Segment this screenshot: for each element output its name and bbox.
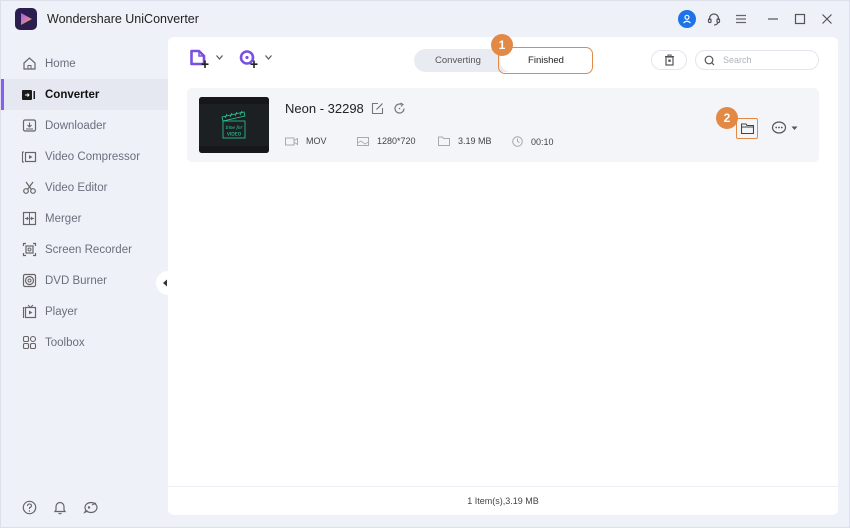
chevron-down-icon — [216, 54, 223, 60]
search-icon — [704, 55, 715, 65]
support-button[interactable] — [702, 7, 726, 31]
chevron-down-icon — [791, 126, 798, 130]
app-window: Wondershare UniConverter Home Converter … — [0, 0, 850, 528]
reconvert-button[interactable] — [391, 100, 407, 116]
file-name: Neon - 32298 — [285, 101, 364, 116]
file-size-icon — [438, 136, 450, 146]
main-panel: Converting Finished 1 Search time for VI… — [168, 34, 838, 515]
tab-converting[interactable]: Converting — [414, 49, 502, 72]
menu-button[interactable] — [729, 7, 753, 31]
more-options-icon — [771, 121, 787, 134]
close-button[interactable] — [815, 7, 839, 31]
trash-icon — [664, 54, 674, 66]
video-format-icon — [285, 137, 298, 146]
feedback-icon[interactable] — [83, 499, 99, 515]
duration-icon — [512, 136, 523, 147]
sidebar-item-label: Merger — [45, 212, 82, 225]
edit-name-button[interactable] — [369, 100, 385, 116]
thumbnail-text: time for — [226, 125, 244, 130]
support-headset-icon — [707, 13, 721, 26]
sidebar-item-label: Home — [45, 57, 76, 70]
menu-icon — [736, 14, 746, 24]
downloader-icon — [21, 118, 37, 134]
app-title: Wondershare UniConverter — [47, 12, 199, 26]
converter-icon — [21, 87, 37, 103]
minimize-button[interactable] — [761, 7, 785, 31]
maximize-icon — [794, 13, 806, 25]
sidebar: Home Converter Downloader Video Compress… — [1, 37, 168, 528]
sidebar-item-downloader[interactable]: Downloader — [1, 110, 168, 141]
chevron-down-icon — [265, 54, 272, 60]
sidebar-item-label: Screen Recorder — [45, 243, 132, 256]
sidebar-item-merger[interactable]: Merger — [1, 203, 168, 234]
sidebar-item-video-compressor[interactable]: Video Compressor — [1, 141, 168, 172]
notification-bell-icon[interactable] — [52, 499, 68, 515]
toolbar: Converting Finished 1 — [168, 34, 838, 83]
sidebar-item-screen-recorder[interactable]: Screen Recorder — [1, 234, 168, 265]
sidebar-item-label: Video Compressor — [45, 150, 141, 163]
resolution-icon — [357, 136, 369, 146]
thumbnail-text: VIDEO — [227, 132, 242, 138]
callout-highlight-finished — [498, 47, 593, 74]
sidebar-item-toolbox[interactable]: Toolbox — [1, 327, 168, 358]
sidebar-item-dvd-burner[interactable]: DVD Burner — [1, 265, 168, 296]
sidebar-item-label: Video Editor — [45, 181, 108, 194]
open-folder-button[interactable] — [736, 118, 758, 139]
home-icon — [21, 56, 37, 72]
title-bar: Wondershare UniConverter — [1, 1, 850, 37]
minimize-icon — [768, 18, 778, 20]
account-button[interactable] — [675, 7, 699, 31]
sidebar-item-home[interactable]: Home — [1, 48, 168, 79]
callout-badge: 2 — [716, 107, 738, 129]
sidebar-item-label: Downloader — [45, 119, 107, 132]
maximize-button[interactable] — [788, 7, 812, 31]
video-compressor-icon — [21, 149, 37, 165]
sidebar-item-player[interactable]: Player — [1, 296, 168, 327]
sidebar-item-video-editor[interactable]: Video Editor — [1, 172, 168, 203]
add-files-button[interactable] — [190, 49, 223, 69]
screen-recorder-icon — [21, 242, 37, 258]
add-disc-icon — [239, 50, 258, 68]
user-avatar-icon — [678, 10, 696, 28]
add-disc-button[interactable] — [239, 49, 272, 69]
chevron-left-icon — [163, 279, 167, 287]
video-editor-icon — [21, 180, 37, 196]
collapse-sidebar-button[interactable] — [156, 271, 180, 295]
merger-icon — [21, 211, 37, 227]
video-thumbnail[interactable]: time for VIDEO — [199, 97, 269, 153]
refresh-icon — [393, 102, 405, 114]
file-list-item[interactable]: time for VIDEO Neon - 32298 MOV 1280*720 — [187, 88, 819, 162]
help-icon[interactable] — [21, 499, 37, 515]
folder-icon — [740, 123, 754, 134]
sidebar-item-label: Converter — [45, 88, 100, 101]
sidebar-item-converter[interactable]: Converter — [1, 79, 168, 110]
search-field[interactable] — [695, 50, 819, 70]
delete-all-button[interactable] — [651, 50, 687, 70]
add-file-icon — [190, 49, 209, 68]
callout-badge: 1 — [491, 34, 513, 56]
sidebar-item-label: DVD Burner — [45, 274, 107, 287]
status-footer: 1 Item(s),3.19 MB — [168, 486, 838, 515]
app-logo-icon — [15, 8, 37, 30]
toolbox-icon — [21, 335, 37, 351]
edit-icon — [371, 102, 383, 114]
file-size: 3.19 MB — [458, 136, 492, 146]
close-icon — [822, 14, 832, 24]
file-resolution: 1280*720 — [377, 136, 416, 146]
file-format: MOV — [306, 136, 327, 146]
search-input[interactable] — [723, 55, 813, 65]
more-options-button[interactable] — [771, 121, 798, 135]
items-summary: 1 Item(s),3.19 MB — [467, 496, 539, 506]
file-duration: 00:10 — [531, 136, 554, 147]
dvd-burner-icon — [21, 273, 37, 289]
sidebar-item-label: Player — [45, 305, 78, 318]
sidebar-item-label: Toolbox — [45, 336, 85, 349]
player-icon — [21, 304, 37, 320]
